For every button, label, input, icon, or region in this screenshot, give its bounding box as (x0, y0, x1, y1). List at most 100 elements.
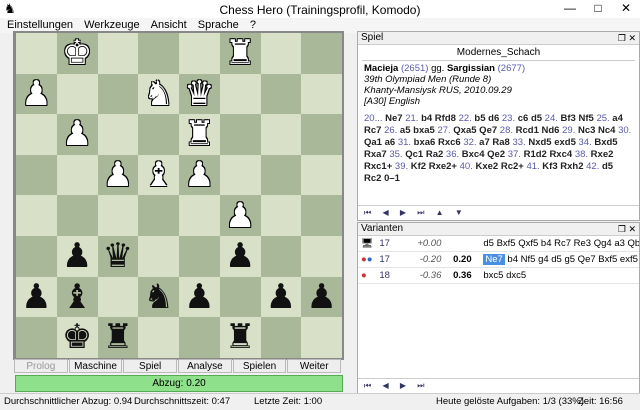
board-square[interactable] (301, 33, 342, 74)
move[interactable]: Kf2 Rxe2+ (408, 161, 460, 172)
board-square[interactable]: ♜ (219, 33, 261, 74)
menu-einstellungen[interactable]: Einstellungen (0, 18, 77, 32)
board-square[interactable] (219, 154, 261, 196)
board-square[interactable]: ♟ (16, 276, 57, 318)
variant-row[interactable]: ● 18 -0.36 0.36 bxc5 dxc5 (358, 267, 639, 284)
board-square[interactable] (260, 33, 302, 74)
board-square[interactable] (97, 195, 139, 236)
black-pawn-icon[interactable]: ♟ (306, 280, 336, 314)
board-square[interactable] (219, 276, 261, 318)
black-bishop-icon[interactable]: ♝ (62, 280, 92, 314)
move[interactable]: Qxa5 Qe7 (451, 125, 500, 136)
board-square[interactable] (16, 195, 57, 236)
black-pawn-icon[interactable]: ♟ (62, 239, 92, 273)
weiter-button[interactable]: Weiter (287, 359, 342, 373)
move[interactable]: Ra2 (426, 149, 446, 160)
board-square[interactable] (56, 195, 98, 236)
up-icon[interactable]: ▲ (436, 208, 444, 217)
board-square[interactable]: ♟ (179, 276, 220, 318)
board-square[interactable] (301, 114, 342, 155)
move[interactable]: Nxd5 exd5 (526, 137, 579, 148)
variant-row[interactable]: ●● 17 -0.20 0.20 Ne7 b4 Nf5 g4 d5 g5 Qe7… (358, 251, 639, 268)
move[interactable]: c6 d5 (515, 113, 545, 124)
highlighted-move[interactable]: Ne7 (483, 254, 505, 265)
spielen-button[interactable]: Spielen (232, 359, 287, 373)
board-square[interactable] (260, 195, 302, 236)
move[interactable]: Kf3 Rxh2 (540, 161, 586, 172)
board-square[interactable]: ♛ (179, 73, 220, 115)
white-rook-icon[interactable]: ♜ (184, 117, 214, 151)
board-square[interactable] (16, 235, 57, 277)
board-square[interactable] (179, 195, 220, 236)
board-square[interactable] (301, 195, 342, 236)
board-square[interactable] (219, 73, 261, 115)
board-square[interactable]: ♝ (56, 276, 98, 318)
white-pawn-icon[interactable]: ♟ (21, 77, 51, 111)
move[interactable]: Bf3 Nf5 (558, 113, 597, 124)
move[interactable]: b5 d6 (472, 113, 502, 124)
white-king-icon[interactable]: ♚ (62, 36, 92, 70)
chess-board[interactable]: ♚ ♜ ♟ ♞ ♛ ♟ ♜ ♟ ♝ ♟ ♟ ♟ ♛ ♟ ♟ ♝ ♞ ♟ ♟ ♟ ♚ ♜ ♜ (16, 33, 342, 358)
move[interactable]: bxa6 Rxc6 (411, 137, 463, 148)
black-pawn-icon[interactable]: ♟ (266, 280, 296, 314)
board-square[interactable] (301, 154, 342, 196)
board-square[interactable] (97, 33, 139, 74)
black-pawn-icon[interactable]: ♟ (184, 280, 214, 314)
board-square[interactable]: ♟ (97, 154, 139, 196)
menu-help[interactable]: ? (246, 18, 260, 32)
move[interactable]: 0–1 (384, 173, 400, 184)
board-square[interactable]: ♟ (219, 235, 261, 277)
board-square[interactable] (260, 317, 302, 358)
board-square[interactable] (301, 235, 342, 277)
spiel-button[interactable]: Spiel (123, 359, 178, 373)
panel-controls-icon[interactable]: ❐ ✕ (618, 223, 636, 235)
move[interactable]: Bxc4 Qe2 (459, 149, 508, 160)
board-square[interactable] (97, 276, 139, 318)
white-bishop-icon[interactable]: ♝ (143, 158, 173, 192)
board-square[interactable]: ♟ (56, 114, 98, 155)
board-square[interactable]: ♚ (56, 317, 98, 358)
board-square[interactable] (179, 235, 220, 277)
board-square[interactable] (260, 154, 302, 196)
board-square[interactable] (260, 235, 302, 277)
move[interactable]: Nc3 Nc4 (575, 125, 618, 136)
board-square[interactable]: ♞ (138, 73, 179, 115)
black-rook-icon[interactable]: ♜ (225, 320, 255, 354)
board-square[interactable] (56, 154, 98, 196)
board-square[interactable]: ♟ (179, 154, 220, 196)
prev-move-icon[interactable]: ◀ (382, 208, 388, 217)
white-queen-icon[interactable]: ♛ (184, 77, 214, 111)
next-move-icon[interactable]: ▶ (400, 208, 406, 217)
menu-ansicht[interactable]: Ansicht (147, 18, 191, 32)
board-square[interactable] (179, 33, 220, 74)
board-square[interactable]: ♜ (219, 317, 261, 358)
panel-controls-icon[interactable]: ❐ ✕ (618, 32, 636, 44)
board-square[interactable]: ♛ (97, 235, 139, 277)
white-knight-icon[interactable]: ♞ (143, 77, 173, 111)
board-square[interactable] (138, 114, 179, 155)
black-king-icon[interactable]: ♚ (62, 320, 92, 354)
board-square[interactable]: ♝ (138, 154, 179, 196)
move[interactable]: Qc1 (403, 149, 426, 160)
move[interactable]: b4 Rfd8 (418, 113, 458, 124)
down-icon[interactable]: ▼ (455, 208, 463, 217)
black-queen-icon[interactable]: ♛ (103, 239, 133, 273)
last-move-icon[interactable]: ⏭ (417, 381, 424, 390)
board-square[interactable]: ♟ (219, 195, 261, 236)
first-move-icon[interactable]: ⏮ (364, 208, 371, 217)
board-square[interactable] (97, 73, 139, 115)
board-square[interactable]: ♟ (16, 73, 57, 115)
board-square[interactable] (301, 73, 342, 115)
board-square[interactable] (260, 73, 302, 115)
board-square[interactable] (219, 114, 261, 155)
black-pawn-icon[interactable]: ♟ (225, 239, 255, 273)
first-move-icon[interactable]: ⏮ (364, 381, 371, 390)
move[interactable]: Qa1 a6 (364, 137, 398, 148)
prolog-button[interactable]: Prolog (14, 359, 68, 373)
white-pawn-icon[interactable]: ♟ (103, 158, 133, 192)
board-square[interactable] (138, 317, 179, 358)
board-square[interactable]: ♟ (260, 276, 302, 318)
move[interactable]: Ne7 (383, 113, 406, 124)
move[interactable]: R1d2 Rxc4 (521, 149, 575, 160)
board-square[interactable] (138, 235, 179, 277)
